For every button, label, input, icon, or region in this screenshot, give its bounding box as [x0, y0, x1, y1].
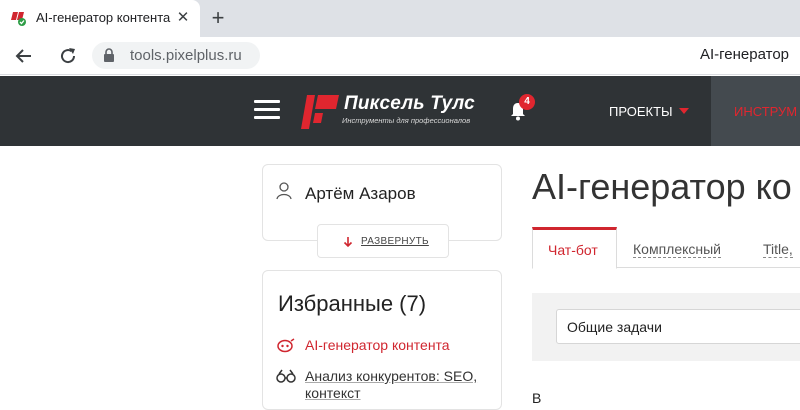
logo-name[interactable]: Пиксель Тулс — [344, 93, 475, 115]
task-select-value: Общие задачи — [567, 319, 662, 335]
chevron-down-icon[interactable] — [679, 108, 689, 114]
favorite-label: контекст — [305, 385, 361, 401]
tab-title: AI-генератор контента — [36, 10, 171, 25]
favorite-label: Анализ конкурентов: SEO, — [305, 368, 478, 384]
address-bar[interactable]: tools.pixelplus.ru — [92, 42, 260, 69]
new-tab-button[interactable]: + — [206, 7, 230, 31]
page-title-right: AI-генератор — [700, 46, 790, 63]
site-header: Пиксель Тулс Инструменты для профессиона… — [0, 76, 800, 146]
hamburger-menu-icon[interactable] — [254, 100, 280, 120]
content-text-partial: В — [532, 390, 542, 406]
ai-icon — [277, 338, 295, 353]
task-select[interactable]: Общие задачи — [556, 309, 800, 344]
user-name[interactable]: Артём Азаров — [305, 184, 416, 204]
browser-toolbar: tools.pixelplus.ru — [0, 37, 800, 75]
favorite-label: AI-генератор контента — [305, 337, 450, 353]
favorites-title: Избранные (7) — [278, 291, 427, 316]
tab-close-icon[interactable]: ✕ — [175, 9, 191, 27]
tab-complex[interactable]: Комплексный — [633, 241, 721, 258]
notification-badge: 4 — [519, 94, 535, 110]
back-arrow-icon[interactable] — [11, 43, 37, 69]
binoculars-icon — [276, 369, 296, 383]
logo-icon[interactable] — [301, 93, 339, 131]
lock-icon — [104, 48, 114, 62]
logo-tagline: Инструменты для профессионалов — [342, 116, 471, 125]
user-icon — [276, 182, 292, 200]
favorites-card: Избранные (7) AI-генератор контента Анал… — [262, 270, 502, 410]
url-text: tools.pixelplus.ru — [130, 47, 242, 64]
browser-tab[interactable]: AI-генератор контента ✕ — [0, 0, 200, 37]
tab-chatbot-label: Чат-бот — [548, 242, 598, 258]
browser-tabstrip: AI-генератор контента ✕ + — [0, 0, 800, 37]
expand-button[interactable]: РАЗВЕРНУТЬ — [317, 224, 449, 258]
tab-title-description[interactable]: Title, — [763, 241, 793, 258]
expand-label: РАЗВЕРНУТЬ — [361, 236, 429, 247]
menu-tools-label[interactable]: ИНСТРУМ — [734, 104, 797, 119]
arrow-down-icon — [343, 237, 353, 248]
tab-chatbot[interactable]: Чат-бот — [532, 227, 617, 269]
menu-projects[interactable]: ПРОЕКТЫ — [609, 104, 673, 119]
page-title: AI-генератор ко — [532, 166, 792, 207]
site-favicon-icon — [11, 12, 26, 26]
reload-icon[interactable] — [55, 43, 81, 69]
